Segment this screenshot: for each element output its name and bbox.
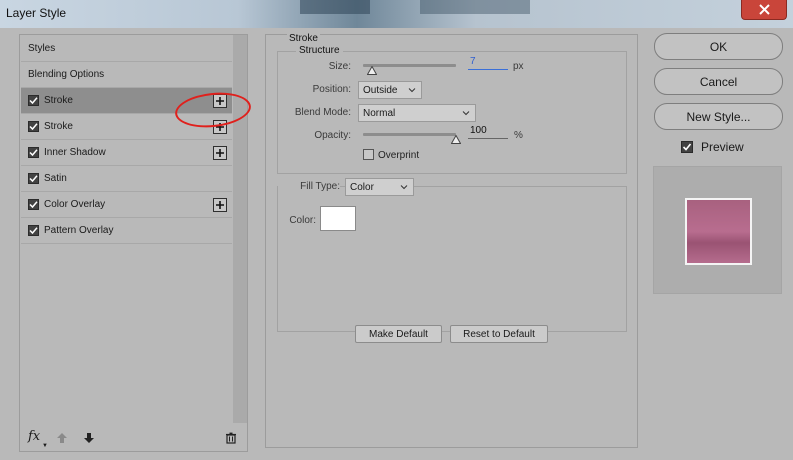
move-down-icon[interactable] — [83, 432, 95, 444]
style-checkbox[interactable] — [28, 199, 39, 210]
style-item-satin[interactable]: Satin — [21, 166, 232, 192]
plus-icon — [216, 149, 224, 157]
style-item-label: Blending Options — [28, 69, 105, 80]
style-item-label: Inner Shadow — [44, 147, 106, 158]
chevron-down-icon — [462, 111, 470, 116]
opacity-slider-thumb[interactable] — [451, 135, 461, 144]
add-style-button[interactable] — [213, 146, 227, 160]
checkmark-icon — [29, 123, 38, 131]
size-slider-thumb[interactable] — [366, 66, 377, 75]
background-artifact — [300, 0, 370, 14]
size-slider[interactable] — [363, 64, 456, 67]
checkmark-icon — [29, 175, 38, 183]
blend-mode-select[interactable]: Normal — [358, 104, 476, 122]
plus-icon — [216, 201, 224, 209]
position-label: Position: — [312, 84, 351, 95]
fx-menu-caret-icon: ▼ — [42, 443, 48, 449]
style-item-label: Pattern Overlay — [44, 225, 114, 236]
fx-menu-button[interactable]: fx — [28, 429, 40, 444]
style-item-label: Stroke — [44, 121, 73, 132]
color-label: Color: — [289, 215, 316, 226]
style-checkbox[interactable] — [28, 173, 39, 184]
cancel-button[interactable]: Cancel — [654, 68, 783, 95]
styles-panel-footer: fx ▼ — [20, 427, 247, 451]
style-checkbox[interactable] — [28, 147, 39, 158]
style-item-pattern-overlay[interactable]: Pattern Overlay — [21, 218, 232, 244]
layer-style-dialog: Styles Blending Options Stroke Stroke Inner … — [0, 28, 793, 460]
style-item-blending-options[interactable]: Blending Options — [21, 62, 232, 88]
size-unit: px — [513, 61, 524, 72]
structure-group: Structure Size: px Position: Outside Ble… — [277, 45, 627, 174]
size-label: Size: — [328, 61, 351, 72]
structure-title: Structure — [296, 45, 343, 56]
checkmark-icon — [682, 143, 692, 151]
checkmark-icon — [29, 201, 38, 209]
style-checkbox[interactable] — [28, 95, 39, 106]
style-checkbox[interactable] — [28, 121, 39, 132]
style-item-label: Color Overlay — [44, 199, 106, 210]
reset-to-default-button[interactable]: Reset to Default — [450, 325, 548, 343]
preview-label: Preview — [701, 140, 744, 154]
size-input[interactable] — [468, 54, 508, 70]
style-item-label: Stroke — [44, 95, 73, 106]
fill-type-group: Fill Type: Color Color: — [277, 178, 627, 332]
opacity-label: Opacity: — [314, 130, 351, 141]
overprint-label: Overprint — [378, 150, 420, 161]
blend-mode-value: Normal — [363, 107, 396, 119]
title-bar: Layer Style — [0, 0, 793, 28]
position-value: Outside — [363, 84, 398, 96]
style-item-label: Styles — [28, 43, 56, 54]
move-up-icon[interactable] — [56, 432, 68, 444]
checkmark-icon — [29, 97, 38, 105]
new-style-button[interactable]: New Style... — [654, 103, 783, 130]
overprint-checkbox[interactable] — [363, 149, 374, 160]
close-icon — [758, 4, 770, 15]
ok-button[interactable]: OK — [654, 33, 783, 60]
stroke-section-title: Stroke — [287, 33, 320, 44]
chevron-down-icon — [400, 185, 408, 190]
style-item-styles[interactable]: Styles — [21, 36, 232, 62]
style-item-label: Satin — [44, 173, 67, 184]
position-select[interactable]: Outside — [358, 81, 422, 99]
style-item-inner-shadow[interactable]: Inner Shadow — [21, 140, 232, 166]
preview-swatch — [685, 198, 752, 265]
checkmark-icon — [29, 149, 38, 157]
checkmark-icon — [29, 227, 38, 235]
chevron-down-icon — [408, 88, 416, 93]
fill-type-value: Color — [350, 181, 374, 193]
add-style-button[interactable] — [213, 198, 227, 212]
background-artifact — [420, 0, 530, 14]
color-swatch[interactable] — [320, 206, 356, 231]
preview-area — [653, 166, 782, 294]
style-item-color-overlay[interactable]: Color Overlay — [21, 192, 232, 218]
stroke-settings-panel: Stroke Structure Size: px Position: Outs… — [265, 33, 638, 448]
fill-type-select[interactable]: Color — [345, 178, 414, 196]
style-checkbox[interactable] — [28, 225, 39, 236]
opacity-input[interactable] — [468, 123, 508, 139]
trash-icon[interactable] — [225, 432, 237, 444]
close-button[interactable] — [741, 0, 787, 20]
window-title: Layer Style — [6, 6, 67, 20]
blend-mode-label: Blend Mode: — [294, 107, 351, 118]
opacity-slider[interactable] — [363, 133, 456, 136]
styles-list: Styles Blending Options Stroke Stroke Inner … — [21, 36, 232, 244]
styles-panel: Styles Blending Options Stroke Stroke Inner … — [19, 34, 253, 452]
fill-type-label: Fill Type: — [278, 181, 340, 192]
preview-checkbox[interactable] — [681, 141, 693, 153]
make-default-button[interactable]: Make Default — [355, 325, 442, 343]
opacity-unit: % — [514, 130, 523, 141]
